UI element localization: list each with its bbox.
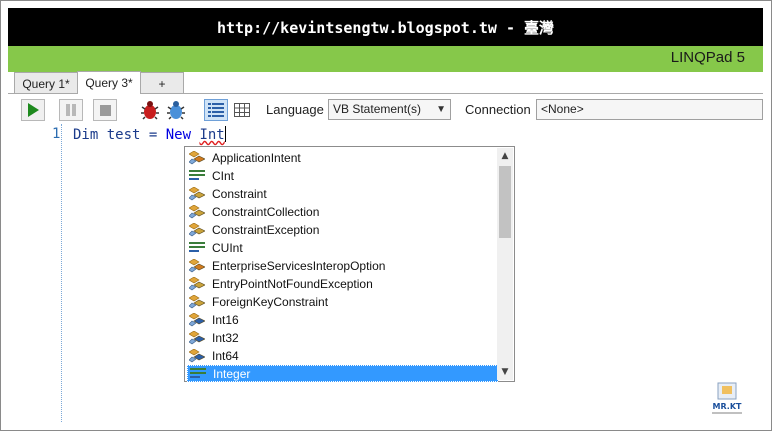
results-grid-button[interactable] [230,99,254,121]
enum-icon [188,150,207,165]
autocomplete-item-label: ForeignKeyConstraint [212,294,329,309]
function-icon [189,241,207,255]
debug-blue-bug-button[interactable] [166,99,186,121]
language-label: Language [266,102,324,117]
class-icon [188,294,207,309]
list-view-icon [208,103,224,117]
enum-icon [188,258,207,273]
class-icon [188,186,207,201]
line-number: 1 [52,126,61,142]
autocomplete-item[interactable]: Integer [187,365,498,382]
autocomplete-item[interactable]: Constraint [187,185,498,202]
typed-text: Int [199,127,225,143]
scroll-down-icon[interactable]: ▼ [497,364,513,380]
scroll-up-icon[interactable]: ▲ [497,148,513,164]
grid-view-icon [234,103,250,117]
code-line[interactable]: Dim test = New Int [73,126,226,143]
autocomplete-item[interactable]: ApplicationIntent [187,149,498,166]
autocomplete-item[interactable]: ForeignKeyConstraint [187,293,498,310]
autocomplete-item-label: Int64 [212,348,239,363]
chevron-down-icon: ▼ [436,104,446,115]
function-icon [189,169,207,183]
autocomplete-item-label: Int32 [212,330,239,345]
autocomplete-item-label: Int16 [212,312,239,327]
toolbar: Language VB Statement(s) ▼ Connection <N… [8,93,763,126]
app-title: LINQPad 5 [670,49,745,66]
autocomplete-item-label: Constraint [212,186,267,201]
connection-select-value: <None> [541,102,584,116]
autocomplete-item[interactable]: ConstraintCollection [187,203,498,220]
run-button[interactable] [21,99,45,121]
class-icon [188,204,207,219]
struct-icon [188,312,207,327]
mr-kt-logo: MR.KT [708,382,746,416]
autocomplete-item[interactable]: CInt [187,167,498,184]
tab-query-3[interactable]: Query 3* [77,71,141,94]
logo-text: MR.KT [713,402,743,411]
pause-icon [66,104,76,116]
connection-label: Connection [465,102,531,117]
tab-query-1[interactable]: Query 1* [14,72,78,94]
pause-button[interactable] [59,99,83,121]
autocomplete-item-label: ApplicationIntent [212,150,301,165]
autocomplete-item-label: CUInt [212,240,243,255]
autocomplete-item[interactable]: CUInt [187,239,498,256]
language-select[interactable]: VB Statement(s) ▼ [328,99,451,120]
connection-select[interactable]: <None> [536,99,763,120]
gutter-divider [61,124,62,422]
autocomplete-item-label: ConstraintException [212,222,320,237]
stop-button[interactable] [93,99,117,121]
debug-red-bug-button[interactable] [140,99,160,121]
class-icon [188,222,207,237]
keyword-new: New [165,127,192,143]
autocomplete-item-label: EntryPointNotFoundException [212,276,373,291]
struct-icon [188,348,207,363]
stop-icon [99,104,111,116]
title-bar: LINQPad 5 [8,46,763,72]
autocomplete-item[interactable]: ConstraintException [187,221,498,238]
language-select-value: VB Statement(s) [333,102,422,116]
code-prefix: Dim test = [73,127,166,143]
query-tabs: Query 1* Query 3* + [8,71,763,94]
autocomplete-item[interactable]: Int16 [187,311,498,328]
results-rich-text-button[interactable] [204,99,228,121]
autocomplete-scrollbar[interactable]: ▲ ▼ [497,148,513,380]
red-bug-icon [141,101,159,120]
class-icon [188,276,207,291]
scrollbar-thumb[interactable] [499,166,511,238]
struct-icon [188,330,207,345]
autocomplete-item-label: ConstraintCollection [212,204,320,219]
new-tab-button[interactable]: + [140,72,184,94]
autocomplete-item-label: CInt [212,168,235,183]
autocomplete-item[interactable]: EnterpriseServicesInteropOption [187,257,498,274]
play-icon [28,103,39,117]
function-icon [190,367,208,381]
autocomplete-item[interactable]: Int32 [187,329,498,346]
autocomplete-item-label: EnterpriseServicesInteropOption [212,258,386,273]
blog-banner: http://kevintsengtw.blogspot.tw - 臺灣 [8,8,763,46]
text-caret [224,126,226,142]
autocomplete-item[interactable]: Int64 [187,347,498,364]
autocomplete-popup: ApplicationIntent CInt Constraint Constrain… [184,146,515,382]
autocomplete-item[interactable]: EntryPointNotFoundException [187,275,498,292]
blue-bug-icon [167,101,185,120]
autocomplete-item-label: Integer [213,366,251,381]
